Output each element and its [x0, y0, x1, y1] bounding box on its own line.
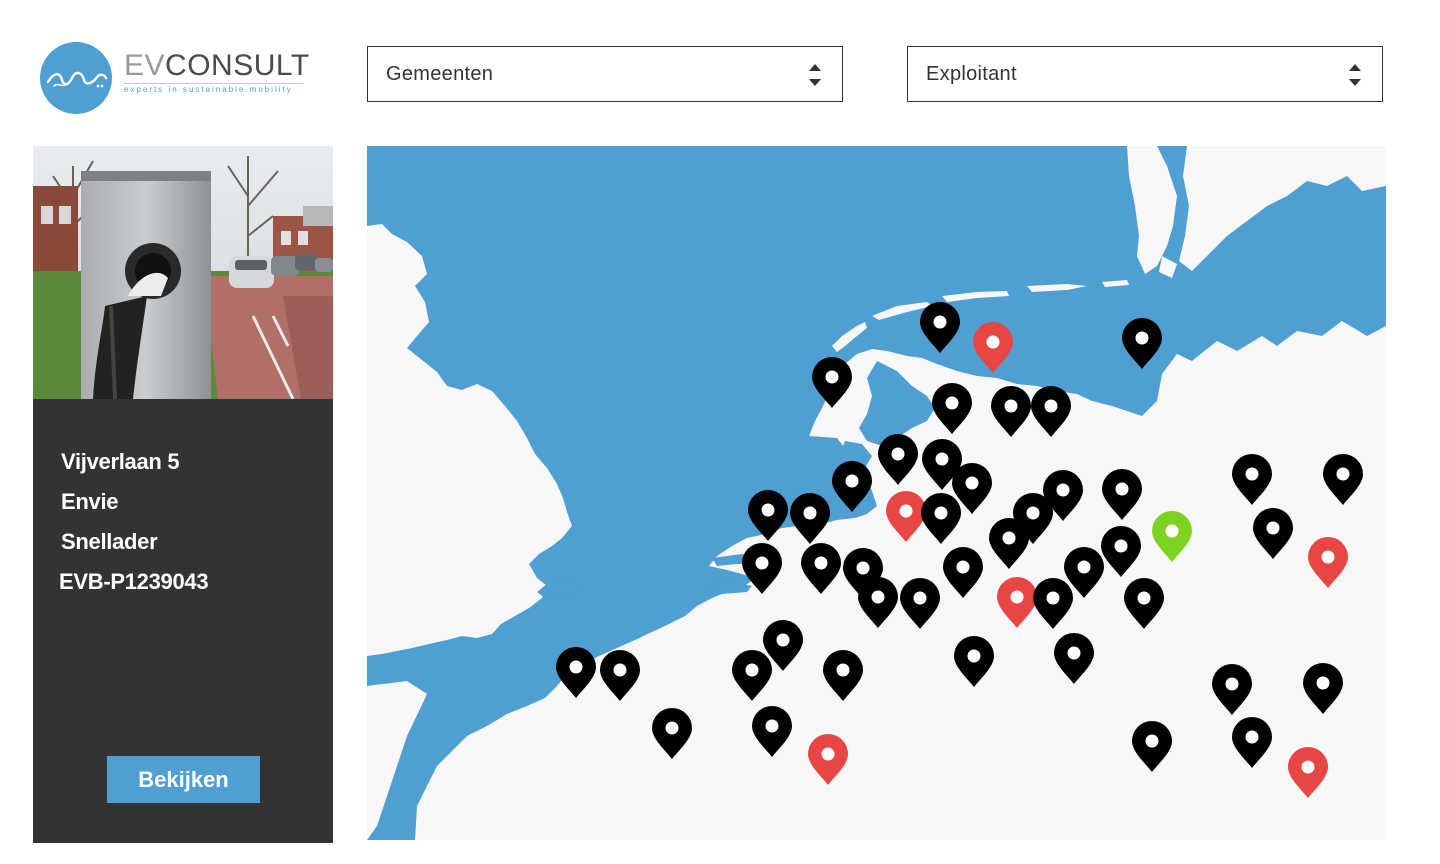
evconsult-logo[interactable]: EVCONSULT experts in sustainable mobilit…	[40, 42, 310, 114]
station-id: EVB-P1239043	[59, 569, 209, 594]
view-station-button[interactable]: Bekijken	[107, 756, 260, 803]
charging-station-photo	[33, 146, 333, 399]
municipality-select[interactable]: Gemeenten	[367, 46, 843, 102]
map-canvas[interactable]	[367, 146, 1386, 840]
logo-wordmark: EVCONSULT	[124, 49, 310, 82]
sort-arrows-icon	[1349, 64, 1361, 86]
sort-arrows-icon	[809, 64, 821, 86]
station-card: Vijverlaan 5 Envie Snellader EVB-P123904…	[33, 146, 333, 843]
logo-tagline: experts in sustainable mobility	[124, 85, 293, 94]
logo-wave-icon	[46, 71, 108, 88]
municipality-select-label: Gemeenten	[386, 63, 494, 85]
station-operator: Envie	[61, 489, 119, 514]
logo-divider	[124, 83, 304, 84]
station-charger-type: Snellader	[61, 529, 158, 554]
operator-select[interactable]: Exploitant	[907, 46, 1383, 102]
station-address: Vijverlaan 5	[61, 449, 180, 474]
charging-map[interactable]	[367, 146, 1386, 840]
station-details: Vijverlaan 5 Envie Snellader EVB-P123904…	[59, 442, 209, 602]
operator-select-label: Exploitant	[926, 63, 1017, 85]
